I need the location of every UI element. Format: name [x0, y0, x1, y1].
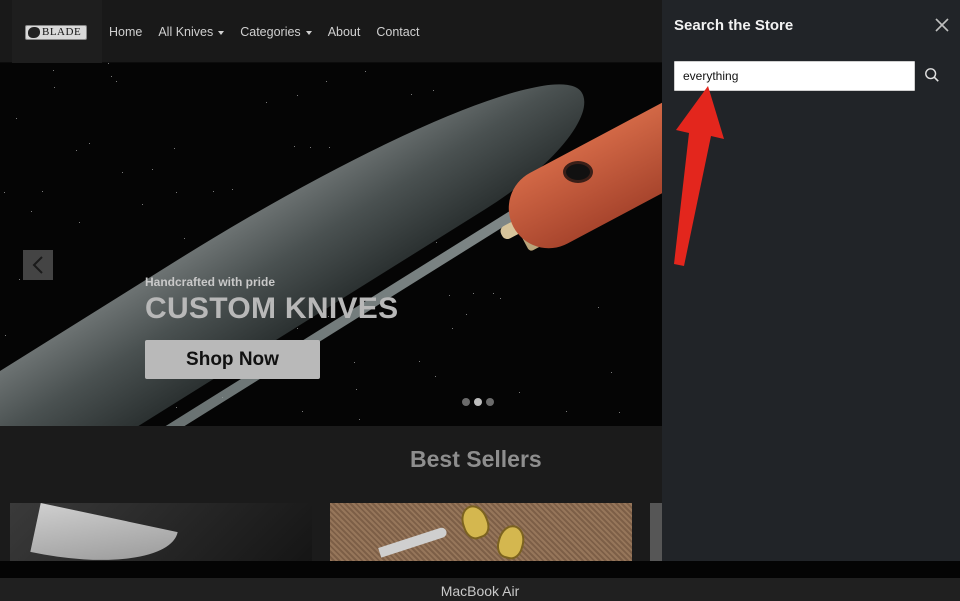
star-dot	[19, 279, 20, 280]
star-dot	[326, 81, 327, 82]
star-dot	[433, 90, 434, 91]
star-dot	[76, 150, 77, 151]
nav-contact[interactable]: Contact	[376, 24, 419, 40]
nav-all-knives-label: All Knives	[158, 25, 214, 39]
chevron-left-icon	[32, 256, 43, 274]
star-dot	[176, 192, 177, 193]
close-icon	[935, 18, 949, 32]
search-input[interactable]	[674, 61, 915, 91]
caret-down-icon	[218, 30, 225, 35]
star-dot	[54, 87, 55, 88]
star-dot	[294, 146, 295, 147]
star-dot	[359, 419, 360, 420]
star-dot	[16, 118, 17, 119]
star-dot	[329, 147, 330, 148]
carousel-dot[interactable]	[486, 398, 494, 406]
star-dot	[411, 94, 412, 95]
star-dot	[310, 147, 311, 148]
browser-viewport: BLADE Home All Knives Categories About C…	[0, 0, 960, 561]
star-dot	[111, 76, 112, 77]
logo-text: BLADE	[42, 26, 82, 38]
logo-container[interactable]: BLADE	[12, 0, 102, 63]
star-dot	[436, 242, 437, 243]
search-icon	[925, 68, 939, 82]
star-dot	[365, 71, 366, 72]
star-dot	[42, 191, 43, 192]
star-dot	[435, 376, 436, 377]
product-card[interactable]	[650, 503, 662, 561]
star-dot	[266, 102, 267, 103]
star-dot	[108, 63, 109, 64]
star-dot	[174, 148, 175, 149]
star-dot	[79, 222, 80, 223]
logo-mark-icon	[28, 27, 40, 38]
nav-home-label: Home	[109, 25, 143, 39]
star-dot	[297, 95, 298, 96]
star-dot	[354, 362, 355, 363]
hero-kicker: Handcrafted with pride	[145, 275, 276, 289]
star-dot	[232, 189, 233, 190]
star-dot	[500, 298, 501, 299]
bezel-top	[0, 561, 960, 578]
device-bezel: MacBook Air	[0, 561, 960, 601]
star-dot	[473, 293, 474, 294]
nav-about[interactable]: About	[328, 24, 361, 40]
star-dot	[419, 361, 420, 362]
star-dot	[53, 70, 54, 71]
star-dot	[452, 328, 453, 329]
site-header: BLADE Home All Knives Categories About C…	[0, 0, 662, 63]
star-dot	[152, 169, 153, 170]
site-logo[interactable]: BLADE	[25, 25, 87, 40]
main-nav: Home All Knives Categories About Contact	[109, 24, 435, 40]
hero-carousel: Handcrafted with pride CUSTOM KNIVES Sho…	[0, 63, 662, 426]
star-dot	[142, 204, 143, 205]
star-dot	[493, 293, 494, 294]
star-dot	[184, 238, 185, 239]
carousel-prev-button[interactable]	[23, 250, 53, 280]
carousel-indicators	[462, 398, 494, 406]
star-dot	[116, 81, 117, 82]
star-dot	[89, 143, 90, 144]
nav-categories-label: Categories	[240, 25, 301, 39]
nav-about-label: About	[327, 25, 361, 39]
nav-home[interactable]: Home	[109, 24, 142, 40]
star-dot	[619, 412, 620, 413]
star-dot	[4, 192, 5, 193]
carousel-dot[interactable]	[462, 398, 470, 406]
star-dot	[176, 407, 177, 408]
nav-contact-label: Contact	[376, 25, 420, 39]
product-image	[30, 503, 178, 561]
star-dot	[297, 328, 298, 329]
star-dot	[466, 314, 467, 315]
star-dot	[122, 172, 123, 173]
hero-knife-pivot	[563, 161, 593, 183]
nav-all-knives[interactable]: All Knives	[158, 24, 225, 40]
carousel-dot[interactable]	[474, 398, 482, 406]
close-search-button[interactable]	[933, 16, 951, 34]
device-label: MacBook Air	[440, 583, 520, 599]
hero-title: CUSTOM KNIVES	[145, 292, 399, 325]
star-dot	[5, 335, 6, 336]
star-dot	[611, 372, 612, 373]
star-dot	[449, 295, 450, 296]
shop-now-button[interactable]: Shop Now	[145, 340, 320, 379]
star-dot	[213, 191, 214, 192]
search-drawer-title: Search the Store	[674, 17, 794, 34]
star-dot	[598, 307, 599, 308]
nav-categories[interactable]: Categories	[240, 24, 312, 40]
search-submit-button[interactable]	[920, 63, 944, 87]
star-dot	[356, 389, 357, 390]
product-card[interactable]	[10, 503, 312, 561]
star-dot	[302, 411, 303, 412]
star-dot	[519, 392, 520, 393]
best-sellers-section: Best Sellers	[0, 426, 662, 561]
star-dot	[566, 411, 567, 412]
product-card[interactable]	[330, 503, 632, 561]
search-drawer: Search the Store	[662, 0, 960, 561]
star-dot	[31, 211, 32, 212]
best-sellers-title: Best Sellers	[410, 446, 542, 472]
caret-down-icon	[305, 30, 312, 35]
